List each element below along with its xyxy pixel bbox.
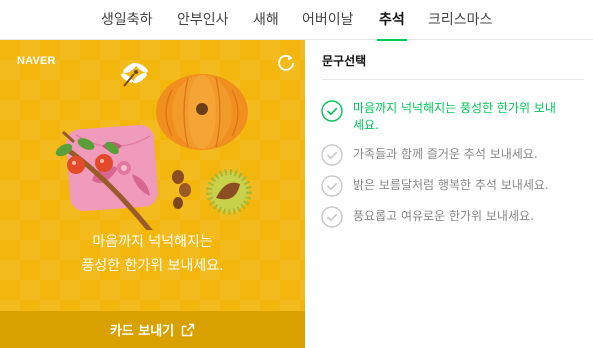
tab-chuseok[interactable]: 추석: [377, 0, 407, 41]
category-tabs: 생일축하 안부인사 새해 어버이날 추석 크리스마스: [0, 0, 593, 41]
phrase-option-3-text: 밝은 보름달처럼 행복한 추석 보내세요.: [353, 178, 549, 192]
phrase-option-2[interactable]: 가족들과 함께 즐거운 추석 보내세요.: [321, 144, 581, 166]
send-card-button[interactable]: 카드 보내기: [0, 311, 305, 348]
dragonfly-icon: [121, 62, 148, 87]
pumpkin-icon: [156, 74, 248, 150]
phrase-option-1-text: 마음까지 넉넉해지는 풍성한 한가위 보내세요.: [353, 101, 556, 132]
tab-christmas[interactable]: 크리스마스: [428, 0, 492, 40]
greeting-card: NAVER 마음까지 넉넉해지는 풍성한 한가위 보내세요. 카드 보내기: [0, 40, 305, 348]
tab-parents-day[interactable]: 어버이날: [302, 0, 354, 40]
unchecked-circle-icon: [321, 175, 343, 197]
phrase-panel-title: 문구선택: [322, 54, 367, 68]
card-message-line1: 마음까지 넉넉해지는: [92, 234, 213, 250]
phrase-option-4[interactable]: 풍요롭고 여유로운 한가위 보내세요.: [321, 206, 581, 228]
share-icon: [181, 323, 195, 336]
chestnut-icon: [172, 169, 252, 215]
card-message: 마음까지 넉넉해지는 풍성한 한가위 보내세요.: [0, 230, 305, 278]
chuseok-illustration: [55, 62, 252, 230]
checked-circle-icon: [321, 100, 343, 122]
send-card-label: 카드 보내기: [109, 324, 175, 339]
tab-birthday[interactable]: 생일축하: [101, 0, 153, 40]
phrase-option-4-text: 풍요롭고 여유로운 한가위 보내세요.: [353, 209, 534, 223]
unchecked-circle-icon: [321, 144, 343, 166]
phrase-option-1[interactable]: 마음까지 넉넉해지는 풍성한 한가위 보내세요.: [321, 100, 581, 134]
unchecked-circle-icon: [321, 206, 343, 228]
card-message-line2: 풍성한 한가위 보내세요.: [81, 258, 224, 274]
divider: [322, 79, 584, 80]
phrase-option-2-text: 가족들과 함께 즐거운 추석 보내세요.: [353, 147, 538, 161]
tab-greetings[interactable]: 안부인사: [177, 0, 229, 40]
tab-new-year[interactable]: 새해: [253, 0, 279, 40]
phrase-option-3[interactable]: 밝은 보름달처럼 행복한 추석 보내세요.: [321, 175, 581, 197]
phrase-panel: 문구선택 마음까지 넉넉해지는 풍성한 한가위 보내세요. 가족들과 함께 즐거…: [305, 40, 593, 348]
